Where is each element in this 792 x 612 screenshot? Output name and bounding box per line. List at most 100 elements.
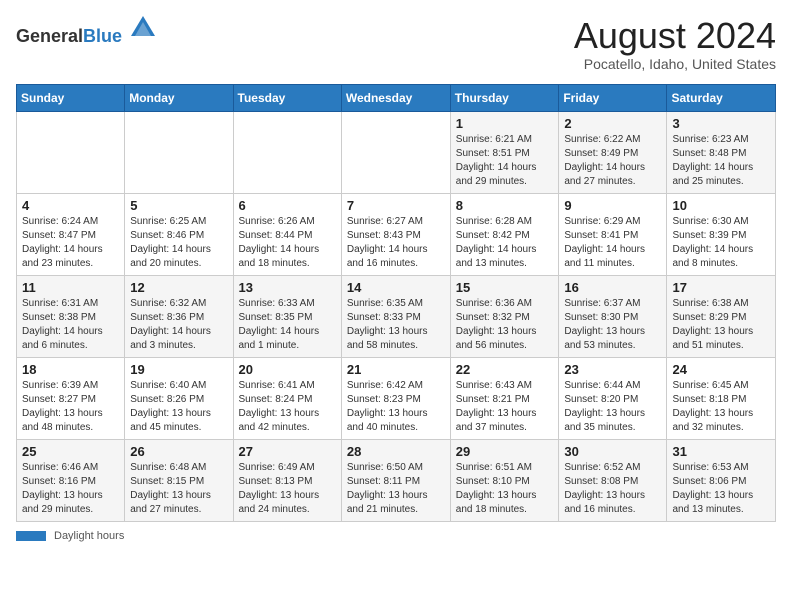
- day-number: 19: [130, 362, 227, 377]
- day-info: Sunrise: 6:46 AMSunset: 8:16 PMDaylight:…: [22, 461, 119, 517]
- table-row: 9 Sunrise: 6:29 AMSunset: 8:41 PMDaylight…: [559, 193, 667, 275]
- day-info: Sunrise: 6:44 AMSunset: 8:20 PMDaylight:…: [564, 379, 661, 435]
- logo-icon: [129, 14, 157, 42]
- day-info: Sunrise: 6:22 AMSunset: 8:49 PMDaylight:…: [564, 133, 661, 189]
- day-number: 7: [347, 198, 445, 213]
- table-row: 7 Sunrise: 6:27 AMSunset: 8:43 PMDaylight…: [341, 193, 450, 275]
- day-info: Sunrise: 6:53 AMSunset: 8:06 PMDaylight:…: [672, 461, 770, 517]
- day-number: 5: [130, 198, 227, 213]
- table-row: 8Sunrise: 6:28 AMSunset: 8:42 PMDaylight…: [450, 193, 559, 275]
- day-number: 4: [22, 198, 119, 213]
- col-thursday: Thursday: [450, 84, 559, 111]
- day-number: 25: [22, 444, 119, 459]
- day-info: Sunrise: 6:42 AMSunset: 8:23 PMDaylight:…: [347, 379, 445, 435]
- day-info: Sunrise: 6:51 AMSunset: 8:10 PMDaylight:…: [456, 461, 554, 517]
- table-row: 2 Sunrise: 6:22 AMSunset: 8:49 PMDaylight…: [559, 111, 667, 193]
- logo-blue-text: Blue: [83, 26, 122, 46]
- day-info: Sunrise: 6:33 AMSunset: 8:35 PMDaylight:…: [239, 297, 336, 353]
- day-info: Sunrise: 6:43 AMSunset: 8:21 PMDaylight:…: [456, 379, 554, 435]
- calendar-week-row: 1 Sunrise: 6:21 AMSunset: 8:51 PMDaylight…: [17, 111, 776, 193]
- table-row: 16Sunrise: 6:37 AMSunset: 8:30 PMDayligh…: [559, 275, 667, 357]
- table-row: 18Sunrise: 6:39 AMSunset: 8:27 PMDayligh…: [17, 357, 125, 439]
- col-sunday: Sunday: [17, 84, 125, 111]
- table-row: 13 Sunrise: 6:33 AMSunset: 8:35 PMDayligh…: [233, 275, 341, 357]
- col-monday: Monday: [125, 84, 233, 111]
- header: GeneralBlue August 2024 Pocatello, Idaho…: [16, 16, 776, 72]
- day-number: 14: [347, 280, 445, 295]
- location: Pocatello, Idaho, United States: [574, 56, 776, 72]
- table-row: 11Sunrise: 6:31 AMSunset: 8:38 PMDayligh…: [17, 275, 125, 357]
- day-info: Sunrise: 6:35 AMSunset: 8:33 PMDaylight:…: [347, 297, 445, 353]
- table-row: 3Sunrise: 6:23 AMSunset: 8:48 PMDaylight…: [667, 111, 776, 193]
- day-info: Sunrise: 6:25 AMSunset: 8:46 PMDaylight:…: [130, 215, 227, 271]
- col-wednesday: Wednesday: [341, 84, 450, 111]
- day-number: 23: [564, 362, 661, 377]
- day-info: Sunrise: 6:27 AMSunset: 8:43 PMDaylight:…: [347, 215, 445, 271]
- day-number: 21: [347, 362, 445, 377]
- table-row: 24Sunrise: 6:45 AMSunset: 8:18 PMDayligh…: [667, 357, 776, 439]
- table-row: [341, 111, 450, 193]
- table-row: 10 Sunrise: 6:30 AMSunset: 8:39 PMDayligh…: [667, 193, 776, 275]
- daylight-bar-icon: [16, 531, 46, 541]
- table-row: 30Sunrise: 6:52 AMSunset: 8:08 PMDayligh…: [559, 439, 667, 521]
- day-number: 12: [130, 280, 227, 295]
- table-row: 31 Sunrise: 6:53 AMSunset: 8:06 PMDayligh…: [667, 439, 776, 521]
- day-number: 18: [22, 362, 119, 377]
- day-info: Sunrise: 6:36 AMSunset: 8:32 PMDaylight:…: [456, 297, 554, 353]
- day-number: 15: [456, 280, 554, 295]
- col-friday: Friday: [559, 84, 667, 111]
- day-number: 13: [239, 280, 336, 295]
- day-number: 27: [239, 444, 336, 459]
- day-info: Sunrise: 6:21 AMSunset: 8:51 PMDaylight:…: [456, 133, 554, 189]
- logo-general-text: General: [16, 26, 83, 46]
- day-info: Sunrise: 6:32 AMSunset: 8:36 PMDaylight:…: [130, 297, 227, 353]
- day-number: 17: [672, 280, 770, 295]
- day-number: 26: [130, 444, 227, 459]
- day-info: Sunrise: 6:50 AMSunset: 8:11 PMDaylight:…: [347, 461, 445, 517]
- month-title: August 2024: [574, 16, 776, 56]
- table-row: 21 Sunrise: 6:42 AMSunset: 8:23 PMDayligh…: [341, 357, 450, 439]
- table-row: 27Sunrise: 6:49 AMSunset: 8:13 PMDayligh…: [233, 439, 341, 521]
- day-number: 29: [456, 444, 554, 459]
- day-number: 20: [239, 362, 336, 377]
- table-row: 4Sunrise: 6:24 AMSunset: 8:47 PMDaylight…: [17, 193, 125, 275]
- day-info: Sunrise: 6:45 AMSunset: 8:18 PMDaylight:…: [672, 379, 770, 435]
- day-number: 30: [564, 444, 661, 459]
- day-number: 1: [456, 116, 554, 131]
- logo: GeneralBlue: [16, 16, 157, 47]
- day-info: Sunrise: 6:38 AMSunset: 8:29 PMDaylight:…: [672, 297, 770, 353]
- table-row: 17 Sunrise: 6:38 AMSunset: 8:29 PMDayligh…: [667, 275, 776, 357]
- col-tuesday: Tuesday: [233, 84, 341, 111]
- table-row: [233, 111, 341, 193]
- calendar: Sunday Monday Tuesday Wednesday Thursday…: [16, 84, 776, 522]
- table-row: 29 Sunrise: 6:51 AMSunset: 8:10 PMDayligh…: [450, 439, 559, 521]
- table-row: 14 Sunrise: 6:35 AMSunset: 8:33 PMDayligh…: [341, 275, 450, 357]
- calendar-week-row: 25 Sunrise: 6:46 AMSunset: 8:16 PMDayligh…: [17, 439, 776, 521]
- calendar-week-row: 18Sunrise: 6:39 AMSunset: 8:27 PMDayligh…: [17, 357, 776, 439]
- table-row: [125, 111, 233, 193]
- day-info: Sunrise: 6:37 AMSunset: 8:30 PMDaylight:…: [564, 297, 661, 353]
- day-info: Sunrise: 6:26 AMSunset: 8:44 PMDaylight:…: [239, 215, 336, 271]
- table-row: [17, 111, 125, 193]
- table-row: 6Sunrise: 6:26 AMSunset: 8:44 PMDaylight…: [233, 193, 341, 275]
- day-number: 2: [564, 116, 661, 131]
- calendar-week-row: 11Sunrise: 6:31 AMSunset: 8:38 PMDayligh…: [17, 275, 776, 357]
- day-number: 9: [564, 198, 661, 213]
- footer: Daylight hours: [16, 530, 776, 542]
- day-number: 10: [672, 198, 770, 213]
- daylight-label: Daylight hours: [54, 530, 124, 542]
- table-row: 5 Sunrise: 6:25 AMSunset: 8:46 PMDaylight…: [125, 193, 233, 275]
- table-row: 25 Sunrise: 6:46 AMSunset: 8:16 PMDayligh…: [17, 439, 125, 521]
- table-row: 15 Sunrise: 6:36 AMSunset: 8:32 PMDayligh…: [450, 275, 559, 357]
- day-number: 31: [672, 444, 770, 459]
- table-row: 28Sunrise: 6:50 AMSunset: 8:11 PMDayligh…: [341, 439, 450, 521]
- col-saturday: Saturday: [667, 84, 776, 111]
- day-number: 11: [22, 280, 119, 295]
- day-number: 3: [672, 116, 770, 131]
- title-area: August 2024 Pocatello, Idaho, United Sta…: [574, 16, 776, 72]
- day-number: 8: [456, 198, 554, 213]
- calendar-header-row: Sunday Monday Tuesday Wednesday Thursday…: [17, 84, 776, 111]
- day-info: Sunrise: 6:41 AMSunset: 8:24 PMDaylight:…: [239, 379, 336, 435]
- day-info: Sunrise: 6:30 AMSunset: 8:39 PMDaylight:…: [672, 215, 770, 271]
- day-info: Sunrise: 6:29 AMSunset: 8:41 PMDaylight:…: [564, 215, 661, 271]
